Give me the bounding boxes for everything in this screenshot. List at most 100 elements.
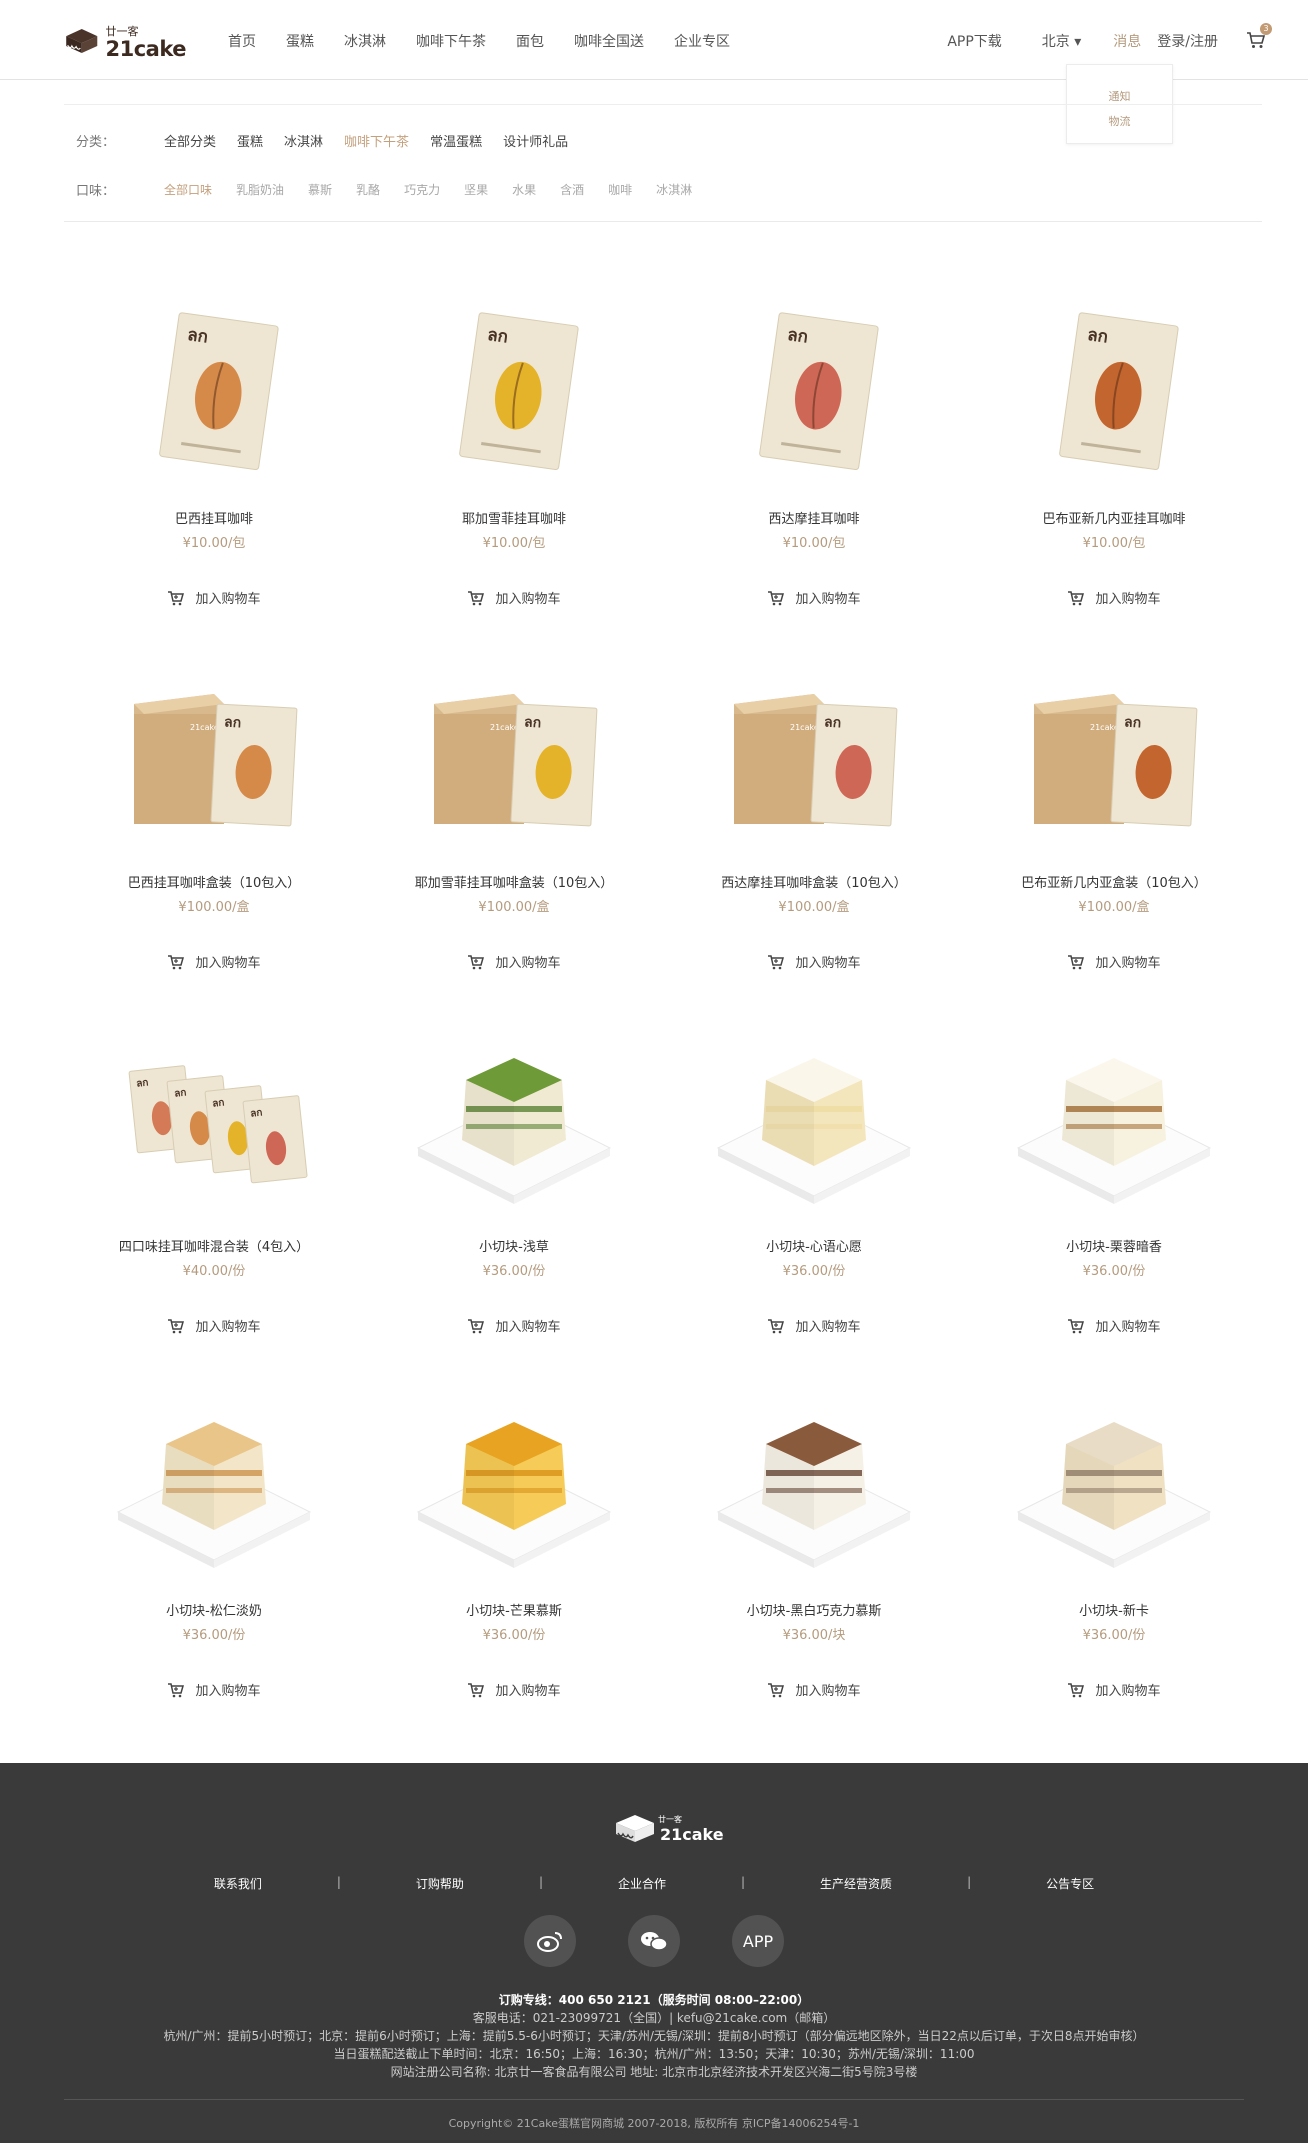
product-name[interactable]: 四口味挂耳咖啡混合装（4包入） [64, 1236, 364, 1255]
product-card[interactable]: 小切块-心语心愿 ¥36.00/份 加入购物车 [664, 998, 964, 1360]
category-option[interactable]: 全部分类 [164, 131, 216, 150]
add-to-cart-button[interactable]: 加入购物车 [664, 952, 964, 971]
taste-option[interactable]: 水果 [512, 181, 536, 198]
cart-button[interactable]: 3 [1246, 23, 1272, 51]
login-register-link[interactable]: 登录/注册 [1157, 31, 1218, 51]
add-to-cart-button[interactable]: 加入购物车 [364, 1316, 664, 1335]
category-option[interactable]: 设计师礼品 [503, 131, 568, 150]
category-option[interactable]: 冰淇淋 [284, 131, 323, 150]
product-image[interactable]: ลก [394, 290, 634, 490]
product-card[interactable]: 小切块-浅草 ¥36.00/份 加入购物车 [364, 998, 664, 1360]
nav-bread[interactable]: 面包 [516, 31, 544, 51]
product-image[interactable] [394, 1382, 634, 1582]
taste-option-active[interactable]: 全部口味 [164, 181, 212, 198]
taste-option[interactable]: 乳酪 [356, 181, 380, 198]
add-to-cart-button[interactable]: 加入购物车 [364, 588, 664, 607]
product-card[interactable]: 小切块-松仁淡奶 ¥36.00/份 加入购物车 [64, 1362, 364, 1724]
product-name[interactable]: 小切块-浅草 [364, 1236, 664, 1255]
product-image[interactable] [94, 1382, 334, 1582]
product-name[interactable]: 西达摩挂耳咖啡 [664, 508, 964, 527]
product-name[interactable]: 巴西挂耳咖啡 [64, 508, 364, 527]
city-selector[interactable]: 北京 ▾ [1042, 31, 1081, 51]
brand-logo[interactable]: 廿一客 21cake [62, 17, 186, 65]
product-card[interactable]: 21cake ลก 巴西挂耳咖啡盒装（10包入） ¥100.00/盒 加入购物车 [64, 634, 364, 996]
add-to-cart-button[interactable]: 加入购物车 [64, 952, 364, 971]
add-to-cart-button[interactable]: 加入购物车 [64, 1316, 364, 1335]
nav-cake[interactable]: 蛋糕 [286, 31, 314, 51]
footer-link-help[interactable]: 订购帮助 [416, 1875, 464, 1892]
messages-link[interactable]: 消息 [1113, 31, 1141, 51]
taste-option[interactable]: 含酒 [560, 181, 584, 198]
nav-enterprise[interactable]: 企业专区 [674, 31, 730, 51]
product-card[interactable]: 小切块-栗蓉暗香 ¥36.00/份 加入购物车 [964, 998, 1264, 1360]
product-image[interactable]: ลก [694, 290, 934, 490]
category-option[interactable]: 蛋糕 [237, 131, 263, 150]
product-card[interactable]: ลก 耶加雪菲挂耳咖啡 ¥10.00/包 加入购物车 [364, 270, 664, 632]
product-image[interactable] [694, 1382, 934, 1582]
product-card[interactable]: ลก 巴布亚新几内亚挂耳咖啡 ¥10.00/包 加入购物车 [964, 270, 1264, 632]
product-image[interactable]: 21cake ลก [394, 654, 634, 854]
footer-link-license[interactable]: 生产经营资质 [820, 1875, 892, 1892]
nav-coffee-delivery[interactable]: 咖啡全国送 [574, 31, 644, 51]
product-name[interactable]: 小切块-栗蓉暗香 [964, 1236, 1264, 1255]
add-to-cart-button[interactable]: 加入购物车 [664, 1680, 964, 1699]
nav-home[interactable]: 首页 [228, 31, 256, 51]
product-name[interactable]: 小切块-新卡 [964, 1600, 1264, 1619]
product-image[interactable]: 21cake ลก [994, 654, 1234, 854]
add-to-cart-button[interactable]: 加入购物车 [364, 952, 664, 971]
nav-coffee-tea[interactable]: 咖啡下午茶 [416, 31, 486, 51]
product-name[interactable]: 小切块-黑白巧克力慕斯 [664, 1600, 964, 1619]
taste-option[interactable]: 冰淇淋 [656, 181, 692, 198]
wechat-icon[interactable] [628, 1915, 680, 1967]
product-image[interactable]: 21cake ลก [694, 654, 934, 854]
product-name[interactable]: 巴布亚新几内亚挂耳咖啡 [964, 508, 1264, 527]
add-to-cart-button[interactable]: 加入购物车 [64, 1680, 364, 1699]
taste-option[interactable]: 坚果 [464, 181, 488, 198]
product-image[interactable]: 21cake ลก [94, 654, 334, 854]
product-image[interactable] [994, 1018, 1234, 1218]
product-image[interactable]: ลก [994, 290, 1234, 490]
product-name[interactable]: 巴西挂耳咖啡盒装（10包入） [64, 872, 364, 891]
taste-option[interactable]: 巧克力 [404, 181, 440, 198]
product-card[interactable]: ลก 西达摩挂耳咖啡 ¥10.00/包 加入购物车 [664, 270, 964, 632]
category-option-active[interactable]: 咖啡下午茶 [344, 131, 409, 150]
product-card[interactable]: 小切块-黑白巧克力慕斯 ¥36.00/块 加入购物车 [664, 1362, 964, 1724]
add-to-cart-button[interactable]: 加入购物车 [64, 588, 364, 607]
add-to-cart-button[interactable]: 加入购物车 [364, 1680, 664, 1699]
footer-link-contact[interactable]: 联系我们 [214, 1875, 262, 1892]
product-image[interactable] [994, 1382, 1234, 1582]
product-card[interactable]: ลก 巴西挂耳咖啡 ¥10.00/包 加入购物车 [64, 270, 364, 632]
add-to-cart-button[interactable]: 加入购物车 [964, 588, 1264, 607]
product-card[interactable]: 小切块-芒果慕斯 ¥36.00/份 加入购物车 [364, 1362, 664, 1724]
add-to-cart-button[interactable]: 加入购物车 [964, 952, 1264, 971]
app-download-link[interactable]: APP下载 [947, 31, 1001, 51]
product-name[interactable]: 巴布亚新几内亚盒装（10包入） [964, 872, 1264, 891]
product-card[interactable]: 21cake ลก 耶加雪菲挂耳咖啡盒装（10包入） ¥100.00/盒 加入购… [364, 634, 664, 996]
add-to-cart-button[interactable]: 加入购物车 [664, 588, 964, 607]
product-name[interactable]: 小切块-松仁淡奶 [64, 1600, 364, 1619]
product-image[interactable]: ลก ลก ลก ลก [94, 1018, 334, 1218]
add-to-cart-button[interactable]: 加入购物车 [664, 1316, 964, 1335]
footer-link-cooperation[interactable]: 企业合作 [618, 1875, 666, 1892]
product-card[interactable]: 小切块-新卡 ¥36.00/份 加入购物车 [964, 1362, 1264, 1724]
product-image[interactable] [394, 1018, 634, 1218]
product-image[interactable] [694, 1018, 934, 1218]
product-name[interactable]: 小切块-心语心愿 [664, 1236, 964, 1255]
add-to-cart-button[interactable]: 加入购物车 [964, 1680, 1264, 1699]
add-to-cart-button[interactable]: 加入购物车 [964, 1316, 1264, 1335]
product-name[interactable]: 小切块-芒果慕斯 [364, 1600, 664, 1619]
app-icon[interactable]: APP [732, 1915, 784, 1967]
taste-option[interactable]: 咖啡 [608, 181, 632, 198]
footer-link-notice[interactable]: 公告专区 [1046, 1875, 1094, 1892]
product-image[interactable]: ลก [94, 290, 334, 490]
product-name[interactable]: 耶加雪菲挂耳咖啡 [364, 508, 664, 527]
weibo-icon[interactable] [524, 1915, 576, 1967]
nav-icecream[interactable]: 冰淇淋 [344, 31, 386, 51]
product-name[interactable]: 耶加雪菲挂耳咖啡盒装（10包入） [364, 872, 664, 891]
taste-option[interactable]: 慕斯 [308, 181, 332, 198]
product-card[interactable]: ลก ลก ลก ลก 四口味挂耳咖啡混合装（4包入） ¥40.00/份 加入购… [64, 998, 364, 1360]
product-card[interactable]: 21cake ลก 西达摩挂耳咖啡盒装（10包入） ¥100.00/盒 加入购物… [664, 634, 964, 996]
product-card[interactable]: 21cake ลก 巴布亚新几内亚盒装（10包入） ¥100.00/盒 加入购物… [964, 634, 1264, 996]
product-name[interactable]: 西达摩挂耳咖啡盒装（10包入） [664, 872, 964, 891]
category-option[interactable]: 常温蛋糕 [430, 131, 482, 150]
